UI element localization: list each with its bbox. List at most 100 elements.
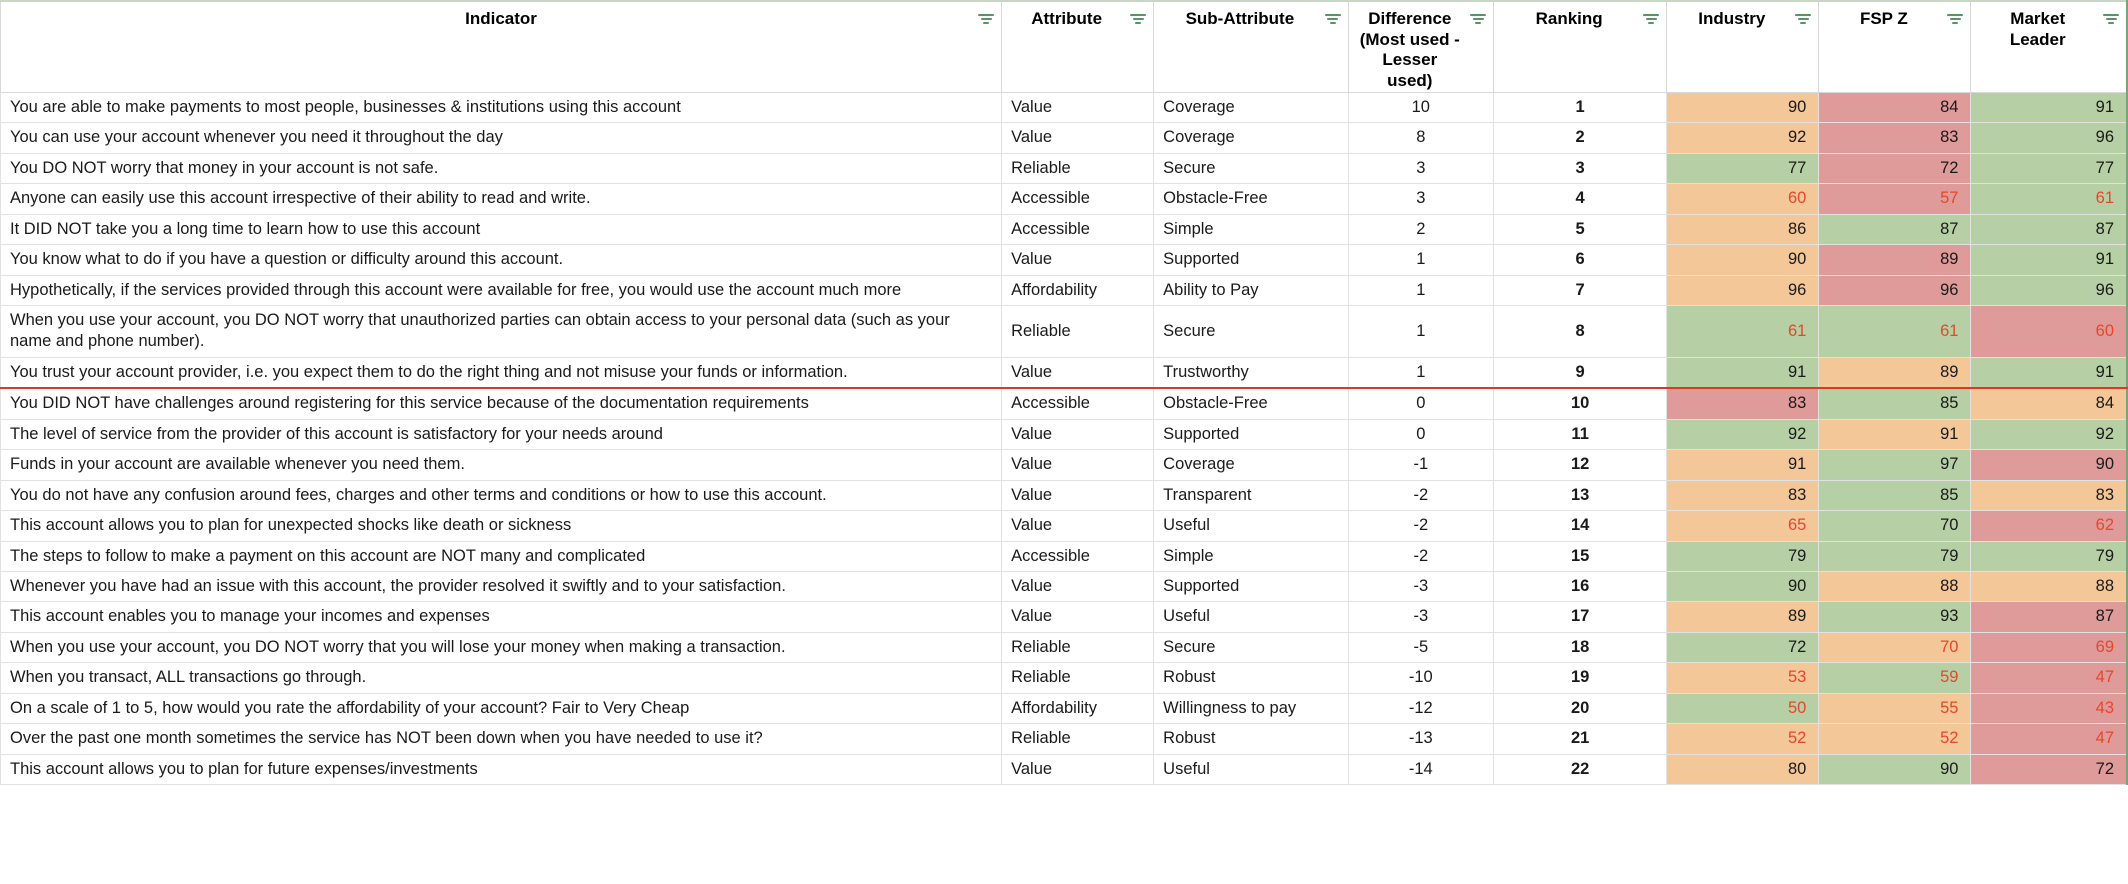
- cell-sub-attribute[interactable]: Useful: [1153, 510, 1349, 542]
- cell-fsp-z[interactable]: 79: [1818, 540, 1972, 572]
- cell-fsp-z[interactable]: 72: [1818, 152, 1972, 185]
- cell-sub-attribute[interactable]: Robust: [1153, 723, 1349, 755]
- cell-difference[interactable]: -12: [1347, 692, 1495, 725]
- cell-difference[interactable]: -2: [1347, 479, 1495, 512]
- cell-difference[interactable]: -10: [1347, 662, 1495, 694]
- cell-ranking[interactable]: 6: [1493, 244, 1668, 276]
- cell-attribute[interactable]: Reliable: [1001, 305, 1155, 358]
- cell-indicator[interactable]: This account enables you to manage your …: [0, 601, 1003, 633]
- cell-fsp-z[interactable]: 88: [1818, 570, 1972, 603]
- cell-attribute[interactable]: Reliable: [1001, 662, 1155, 694]
- cell-market-leader[interactable]: 91: [1970, 91, 2128, 124]
- cell-attribute[interactable]: Value: [1001, 601, 1155, 633]
- cell-sub-attribute[interactable]: Robust: [1153, 662, 1349, 694]
- cell-attribute[interactable]: Value: [1001, 244, 1155, 276]
- cell-industry[interactable]: 52: [1666, 723, 1820, 755]
- cell-ranking[interactable]: 8: [1493, 305, 1668, 358]
- cell-industry[interactable]: 92: [1666, 418, 1820, 451]
- cell-difference[interactable]: 3: [1347, 152, 1495, 185]
- cell-attribute[interactable]: Affordability: [1001, 274, 1155, 307]
- cell-market-leader[interactable]: 84: [1970, 387, 2128, 420]
- cell-market-leader[interactable]: 87: [1970, 601, 2128, 633]
- cell-industry[interactable]: 83: [1666, 479, 1820, 512]
- cell-difference[interactable]: -1: [1347, 449, 1495, 481]
- cell-fsp-z[interactable]: 85: [1818, 387, 1972, 420]
- cell-sub-attribute[interactable]: Ability to Pay: [1153, 274, 1349, 307]
- cell-fsp-z[interactable]: 84: [1818, 91, 1972, 124]
- cell-indicator[interactable]: Whenever you have had an issue with this…: [0, 570, 1003, 603]
- cell-market-leader[interactable]: 47: [1970, 662, 2128, 694]
- cell-attribute[interactable]: Value: [1001, 479, 1155, 512]
- cell-sub-attribute[interactable]: Transparent: [1153, 479, 1349, 512]
- cell-difference[interactable]: 2: [1347, 213, 1495, 246]
- cell-ranking[interactable]: 7: [1493, 274, 1668, 307]
- cell-fsp-z[interactable]: 59: [1818, 662, 1972, 694]
- cell-industry[interactable]: 80: [1666, 753, 1820, 786]
- cell-ranking[interactable]: 18: [1493, 631, 1668, 664]
- cell-indicator[interactable]: On a scale of 1 to 5, how would you rate…: [0, 692, 1003, 725]
- cell-sub-attribute[interactable]: Useful: [1153, 753, 1349, 786]
- cell-ranking[interactable]: 5: [1493, 213, 1668, 246]
- cell-industry[interactable]: 90: [1666, 244, 1820, 276]
- cell-ranking[interactable]: 3: [1493, 152, 1668, 185]
- cell-sub-attribute[interactable]: Obstacle-Free: [1153, 387, 1349, 420]
- cell-market-leader[interactable]: 47: [1970, 723, 2128, 755]
- cell-industry[interactable]: 90: [1666, 91, 1820, 124]
- column-header-indicator[interactable]: Indicator: [0, 0, 1003, 93]
- cell-market-leader[interactable]: 92: [1970, 418, 2128, 451]
- filter-icon[interactable]: [1130, 14, 1147, 27]
- cell-industry[interactable]: 77: [1666, 152, 1820, 185]
- cell-ranking[interactable]: 17: [1493, 601, 1668, 633]
- cell-difference[interactable]: 1: [1347, 305, 1495, 358]
- cell-fsp-z[interactable]: 70: [1818, 510, 1972, 542]
- cell-attribute[interactable]: Value: [1001, 356, 1155, 390]
- cell-ranking[interactable]: 2: [1493, 122, 1668, 154]
- cell-ranking[interactable]: 14: [1493, 510, 1668, 542]
- cell-industry[interactable]: 61: [1666, 305, 1820, 358]
- cell-market-leader[interactable]: 96: [1970, 122, 2128, 154]
- cell-indicator[interactable]: The level of service from the provider o…: [0, 418, 1003, 451]
- cell-ranking[interactable]: 4: [1493, 183, 1668, 215]
- cell-difference[interactable]: -5: [1347, 631, 1495, 664]
- cell-indicator[interactable]: You know what to do if you have a questi…: [0, 244, 1003, 276]
- cell-ranking[interactable]: 15: [1493, 540, 1668, 572]
- cell-market-leader[interactable]: 72: [1970, 753, 2128, 786]
- cell-attribute[interactable]: Value: [1001, 570, 1155, 603]
- cell-difference[interactable]: -3: [1347, 570, 1495, 603]
- cell-market-leader[interactable]: 62: [1970, 510, 2128, 542]
- cell-attribute[interactable]: Affordability: [1001, 692, 1155, 725]
- cell-ranking[interactable]: 1: [1493, 91, 1668, 124]
- cell-sub-attribute[interactable]: Secure: [1153, 305, 1349, 358]
- cell-sub-attribute[interactable]: Willingness to pay: [1153, 692, 1349, 725]
- cell-attribute[interactable]: Accessible: [1001, 540, 1155, 572]
- cell-sub-attribute[interactable]: Coverage: [1153, 122, 1349, 154]
- cell-industry[interactable]: 91: [1666, 449, 1820, 481]
- cell-sub-attribute[interactable]: Trustworthy: [1153, 356, 1349, 390]
- cell-indicator[interactable]: You are able to make payments to most pe…: [0, 91, 1003, 124]
- cell-fsp-z[interactable]: 85: [1818, 479, 1972, 512]
- filter-icon[interactable]: [1324, 14, 1341, 27]
- cell-indicator[interactable]: You trust your account provider, i.e. yo…: [0, 356, 1003, 390]
- filter-icon[interactable]: [2103, 14, 2119, 27]
- cell-sub-attribute[interactable]: Coverage: [1153, 449, 1349, 481]
- cell-market-leader[interactable]: 91: [1970, 244, 2128, 276]
- column-header-ranking[interactable]: Ranking: [1493, 0, 1668, 93]
- column-header-sub-attribute[interactable]: Sub-Attribute: [1153, 0, 1349, 93]
- cell-attribute[interactable]: Accessible: [1001, 213, 1155, 246]
- cell-industry[interactable]: 50: [1666, 692, 1820, 725]
- cell-ranking[interactable]: 11: [1493, 418, 1668, 451]
- cell-fsp-z[interactable]: 57: [1818, 183, 1972, 215]
- cell-ranking[interactable]: 20: [1493, 692, 1668, 725]
- cell-attribute[interactable]: Accessible: [1001, 387, 1155, 420]
- cell-ranking[interactable]: 21: [1493, 723, 1668, 755]
- cell-attribute[interactable]: Value: [1001, 449, 1155, 481]
- cell-sub-attribute[interactable]: Obstacle-Free: [1153, 183, 1349, 215]
- cell-difference[interactable]: -2: [1347, 510, 1495, 542]
- cell-indicator[interactable]: Hypothetically, if the services provided…: [0, 274, 1003, 307]
- cell-attribute[interactable]: Value: [1001, 418, 1155, 451]
- cell-industry[interactable]: 65: [1666, 510, 1820, 542]
- cell-industry[interactable]: 72: [1666, 631, 1820, 664]
- cell-market-leader[interactable]: 90: [1970, 449, 2128, 481]
- cell-indicator[interactable]: You DO NOT worry that money in your acco…: [0, 152, 1003, 185]
- cell-difference[interactable]: -13: [1347, 723, 1495, 755]
